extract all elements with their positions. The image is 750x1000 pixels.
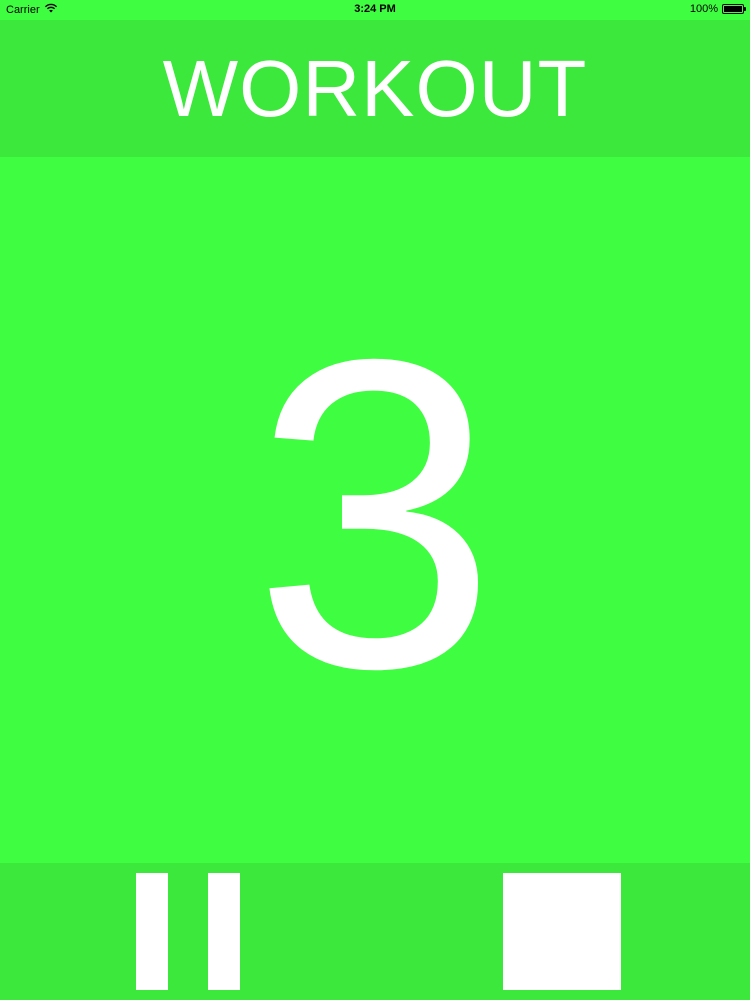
pause-button[interactable] bbox=[136, 873, 240, 990]
countdown-area: 3 bbox=[0, 157, 750, 863]
status-right: 100% bbox=[689, 3, 746, 15]
pause-icon-bar-left bbox=[136, 873, 168, 990]
battery-fill bbox=[724, 6, 742, 12]
stop-icon bbox=[503, 873, 621, 990]
control-bar bbox=[0, 863, 750, 1000]
battery-icon bbox=[722, 4, 746, 14]
battery-percent: 100% bbox=[689, 3, 718, 15]
page-title: WORKOUT bbox=[162, 43, 588, 133]
header-band: WORKOUT bbox=[0, 20, 750, 157]
pause-icon-bar-right bbox=[208, 873, 240, 990]
battery-tip bbox=[744, 7, 746, 11]
status-bar: Carrier 3:24 PM 100% bbox=[0, 0, 750, 20]
status-time: 3:24 PM bbox=[354, 3, 396, 15]
countdown-number: 3 bbox=[252, 269, 498, 760]
stop-button[interactable] bbox=[503, 873, 621, 990]
